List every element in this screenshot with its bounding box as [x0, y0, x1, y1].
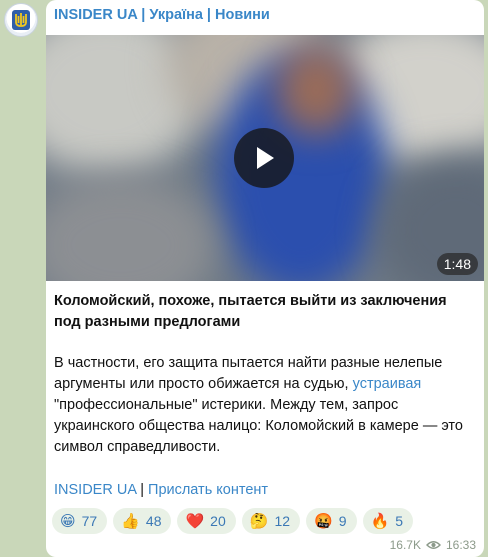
post-title: Коломойский, похоже, пытается выйти из з…: [54, 293, 447, 330]
footer-separator: |: [136, 482, 149, 498]
reaction-count: 5: [395, 513, 403, 529]
play-icon: [257, 147, 274, 169]
play-button[interactable]: [234, 128, 294, 188]
video-duration: 1:48: [436, 253, 478, 275]
angry-face-icon: 🤬: [314, 512, 333, 530]
message-bubble: INSIDER UA | Україна | Новини 1:48 Колом…: [46, 0, 484, 557]
message-meta: 16.7K 16:33: [390, 538, 476, 552]
reaction-grinning[interactable]: 😁 77: [52, 508, 108, 534]
channel-avatar[interactable]: [4, 3, 38, 37]
view-count: 16.7K: [389, 538, 421, 552]
reactions-bar: 😁 77 👍 48 ❤️ 20 🤔 12 🤬 9 🔥 5: [52, 508, 413, 534]
reaction-count: 20: [210, 513, 226, 529]
reaction-count: 48: [145, 513, 162, 529]
post-body-link[interactable]: устраивая: [353, 376, 422, 392]
trident-icon: [12, 10, 30, 30]
fire-icon: 🔥: [370, 512, 390, 530]
submit-content-link[interactable]: Прислать контент: [148, 482, 268, 498]
reaction-count: 77: [81, 513, 98, 529]
grinning-face-icon: 😁: [60, 512, 76, 530]
post-footer: INSIDER UA | Прислать контент: [54, 480, 474, 501]
channel-link[interactable]: INSIDER UA: [54, 482, 136, 498]
thumbs-up-icon: 👍: [121, 512, 140, 530]
reaction-thumbs-up[interactable]: 👍 48: [113, 508, 172, 534]
post-body: В частности, его защита пытается найти р…: [54, 353, 474, 458]
channel-name[interactable]: INSIDER UA | Україна | Новини: [54, 7, 270, 23]
reaction-count: 9: [338, 513, 347, 529]
reaction-count: 12: [274, 513, 291, 529]
reaction-heart[interactable]: ❤️ 20: [177, 508, 236, 534]
red-heart-icon: ❤️: [185, 512, 205, 530]
reaction-angry[interactable]: 🤬 9: [306, 508, 357, 534]
post-body-text-2: "профессиональные" истерики. Между тем, …: [54, 397, 463, 455]
message-time: 16:33: [445, 538, 476, 552]
reaction-fire[interactable]: 🔥 5: [362, 508, 413, 534]
reaction-thinking[interactable]: 🤔 12: [241, 508, 301, 534]
thinking-face-icon: 🤔: [249, 512, 269, 530]
video-preview[interactable]: 1:48: [46, 35, 484, 281]
eye-icon: [425, 541, 441, 549]
